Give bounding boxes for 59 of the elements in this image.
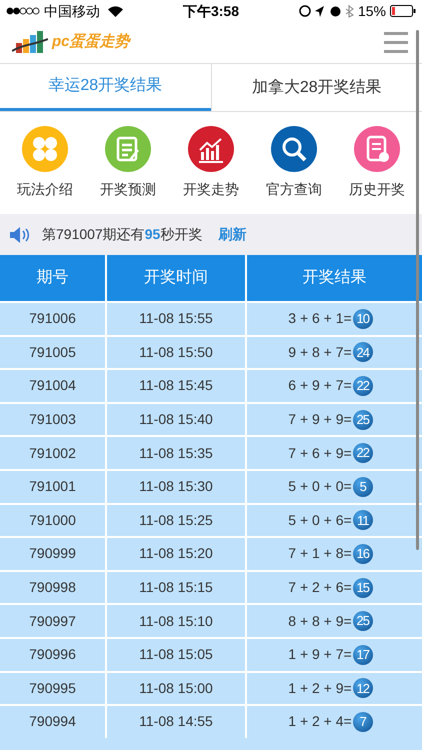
shortcut-button[interactable]: 开奖走势 <box>172 126 250 214</box>
table-cell: 11-08 15:05 <box>105 638 245 671</box>
table-cell: 11-08 15:35 <box>105 437 245 469</box>
sum-formula: 3 + 6 + 1= <box>288 309 352 328</box>
table-cell: 11-08 15:45 <box>105 370 245 402</box>
location-icon <box>314 6 325 16</box>
table-cell-text: 791003 <box>28 410 77 430</box>
column-header: 开奖时间 <box>105 255 245 301</box>
table-cell-text: 791004 <box>28 376 77 396</box>
shortcut-button[interactable]: 官方查询 <box>255 126 333 214</box>
table-cell: 11-08 15:25 <box>105 504 245 536</box>
table-cell-text: 790996 <box>28 645 77 664</box>
table-cell-text: 790994 <box>28 712 77 732</box>
table-cell: 11-08 14:55 <box>105 706 245 738</box>
table-cell-text: 790995 <box>28 678 77 698</box>
table-cell: 11-08 15:30 <box>105 470 245 503</box>
sum-formula: 7 + 1 + 8= <box>288 544 352 564</box>
table-cell-text: 791006 <box>28 309 77 328</box>
bluetooth-icon <box>346 4 354 18</box>
speaker-icon <box>10 226 32 242</box>
table-cell-text: 791000 <box>28 510 77 530</box>
sum-formula: 7 + 2 + 6= <box>288 578 352 598</box>
table-cell: 11-08 15:20 <box>105 538 245 570</box>
sum-formula: 7 + 6 + 9= <box>288 444 352 463</box>
sum-formula: 9 + 8 + 7= <box>288 342 352 362</box>
shortcut-button[interactable]: 历史开奖 <box>338 126 416 214</box>
sum-formula: 1 + 2 + 9= <box>288 678 352 698</box>
shortcut-button[interactable]: 开奖预测 <box>89 126 167 214</box>
sum-formula: 1 + 2 + 4= <box>288 712 352 732</box>
table-cell: 11-08 15:00 <box>105 672 245 704</box>
table-cell: 11-08 15:55 <box>105 303 245 335</box>
signal-icon <box>6 7 40 15</box>
table-cell-text: 791001 <box>28 477 77 496</box>
table-cell: 11-08 15:15 <box>105 572 245 604</box>
table-cell-text: 790997 <box>28 612 77 631</box>
table-cell-text: 790999 <box>28 544 77 564</box>
battery-percent: 15% <box>358 2 386 20</box>
shortcut-button[interactable]: 玩法介绍 <box>6 126 84 214</box>
battery-icon <box>390 5 416 17</box>
carrier-name: 中国移动 <box>44 2 100 20</box>
sum-formula: 1 + 9 + 7= <box>288 645 352 664</box>
table-cell: 11-08 15:50 <box>105 336 245 368</box>
countdown-text: 第791007期还有95秒开奖 <box>42 225 202 244</box>
column-header: 期号 <box>36 268 70 288</box>
wifi-icon <box>108 6 123 16</box>
clock-time: 下午3:58 <box>182 2 239 20</box>
sum-formula: 8 + 8 + 9= <box>288 612 352 631</box>
sum-formula: 5 + 0 + 6= <box>288 510 352 530</box>
logo-text: pc蛋蛋走势 <box>52 32 130 52</box>
table-cell: 11-08 15:10 <box>105 605 245 637</box>
sum-formula: 6 + 9 + 7= <box>288 376 352 396</box>
table-cell-text: 791002 <box>28 444 77 463</box>
table-cell: 11-08 15:40 <box>105 404 245 436</box>
sum-formula: 5 + 0 + 0= <box>288 477 352 496</box>
table-cell-text: 790998 <box>28 578 77 598</box>
result-tab[interactable]: 幸运28开奖结果 <box>0 64 210 111</box>
menu-icon[interactable] <box>384 32 408 54</box>
table-cell-text: 791005 <box>28 342 77 362</box>
sum-formula: 7 + 9 + 9= <box>288 410 352 430</box>
